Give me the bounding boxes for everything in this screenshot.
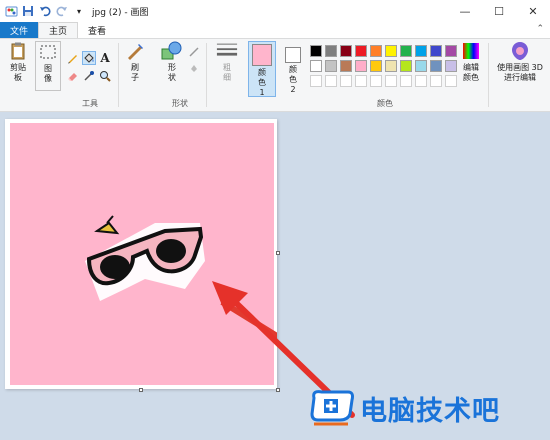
palette-swatch[interactable]	[445, 45, 457, 57]
palette-swatch[interactable]	[400, 45, 412, 57]
colors-group-label: 颜色	[377, 99, 393, 108]
tab-view[interactable]: 查看	[78, 22, 116, 38]
image-label: 图像	[44, 64, 52, 83]
customize-icon[interactable]: ▾	[72, 4, 86, 18]
palette-swatch[interactable]	[340, 60, 352, 72]
window-controls: — ☐ ✕	[448, 0, 550, 22]
custom-swatch[interactable]	[385, 75, 397, 87]
magnifier-icon[interactable]	[98, 69, 112, 83]
custom-swatch[interactable]	[355, 75, 367, 87]
size-button[interactable]: 粗细	[212, 41, 242, 83]
palette-swatch[interactable]	[370, 60, 382, 72]
color1-button[interactable]: 颜色 1	[248, 41, 276, 97]
edit-colors-button[interactable]: 编辑颜色	[460, 41, 482, 83]
undo-icon[interactable]	[38, 4, 52, 18]
shapes-label: 形状	[168, 63, 176, 82]
custom-swatch[interactable]	[430, 75, 442, 87]
watermark-text: 电脑技术吧	[360, 395, 500, 427]
color1-swatch	[252, 44, 272, 66]
brush-label: 刷子	[131, 63, 139, 82]
shapes-icon	[161, 41, 183, 61]
palette-swatch[interactable]	[310, 60, 322, 72]
palette-swatch[interactable]	[385, 60, 397, 72]
palette-swatch[interactable]	[400, 60, 412, 72]
custom-swatch[interactable]	[310, 75, 322, 87]
watermark: 电脑技术吧	[308, 388, 500, 428]
custom-swatch[interactable]	[415, 75, 427, 87]
save-icon[interactable]	[21, 4, 35, 18]
computer-logo-icon	[310, 390, 354, 426]
clipboard-label: 剪贴板	[10, 63, 26, 82]
image-button[interactable]: 图像	[35, 41, 61, 91]
shapes-button[interactable]: 形状	[157, 41, 187, 83]
custom-swatch[interactable]	[445, 75, 457, 87]
tools-group-label: 工具	[82, 99, 98, 108]
color2-button[interactable]: 颜色 2	[280, 41, 306, 95]
palette-swatch[interactable]	[430, 60, 442, 72]
custom-swatch[interactable]	[340, 75, 352, 87]
close-icon[interactable]: ✕	[516, 0, 550, 22]
title-bar: ▾ jpg (2) - 画图 — ☐ ✕	[0, 0, 550, 22]
palette-swatch[interactable]	[355, 60, 367, 72]
color1-label: 颜色 1	[258, 68, 266, 97]
window-title: jpg (2) - 画图	[92, 7, 149, 18]
palette-swatch[interactable]	[310, 45, 322, 57]
edit-colors-label: 编辑颜色	[463, 63, 479, 82]
minimize-icon[interactable]: —	[448, 0, 482, 22]
ribbon: 剪贴板 图像 A 工具 刷子 形状 形状 粗细 颜色 1 颜色 2 颜色 编辑颜…	[0, 38, 550, 112]
paint3d-button[interactable]: 使用画图 3D 进行编辑	[492, 41, 548, 83]
ribbon-tabs: 文件 主页 查看 ⌃	[0, 22, 550, 38]
clipboard-button[interactable]: 剪贴板	[4, 41, 32, 83]
tab-home[interactable]: 主页	[38, 22, 79, 38]
palette-swatch[interactable]	[415, 45, 427, 57]
palette-swatch[interactable]	[415, 60, 427, 72]
outline-icon[interactable]	[187, 45, 201, 59]
pencil-icon[interactable]	[66, 51, 80, 65]
line-width-icon	[216, 41, 238, 61]
chevron-up-icon[interactable]: ⌃	[536, 24, 544, 34]
redo-icon[interactable]	[55, 4, 69, 18]
palette-swatch[interactable]	[325, 45, 337, 57]
clipboard-icon	[7, 41, 29, 61]
text-icon[interactable]: A	[98, 51, 112, 65]
eraser-icon[interactable]	[66, 69, 80, 83]
paint3d-label: 使用画图 3D 进行编辑	[497, 63, 543, 82]
color-picker-icon[interactable]	[82, 69, 96, 83]
custom-swatch[interactable]	[325, 75, 337, 87]
brush-icon	[124, 41, 146, 61]
select-icon	[37, 42, 59, 62]
palette-swatch[interactable]	[385, 45, 397, 57]
color-wheel-icon	[460, 41, 482, 61]
divider	[488, 43, 489, 107]
brush-button[interactable]: 刷子	[121, 41, 149, 83]
palette-swatch[interactable]	[445, 60, 457, 72]
palette-swatch[interactable]	[430, 45, 442, 57]
custom-swatch[interactable]	[370, 75, 382, 87]
palette-swatch[interactable]	[340, 45, 352, 57]
paint-app-icon[interactable]	[4, 4, 18, 18]
paint3d-icon	[509, 41, 531, 61]
palette-swatch[interactable]	[325, 60, 337, 72]
color2-swatch	[285, 47, 301, 63]
color2-label: 颜色 2	[289, 65, 297, 94]
divider	[118, 43, 119, 107]
palette-swatch[interactable]	[355, 45, 367, 57]
palette-swatch[interactable]	[370, 45, 382, 57]
maximize-icon[interactable]: ☐	[482, 0, 516, 22]
tab-file[interactable]: 文件	[0, 22, 39, 38]
shapes-group-label: 形状	[172, 99, 188, 108]
fill-icon[interactable]	[82, 51, 96, 65]
fill-style-icon[interactable]	[187, 61, 201, 75]
divider	[206, 43, 207, 107]
custom-swatch[interactable]	[400, 75, 412, 87]
quick-access-toolbar: ▾	[0, 4, 86, 18]
size-label: 粗细	[223, 63, 231, 82]
